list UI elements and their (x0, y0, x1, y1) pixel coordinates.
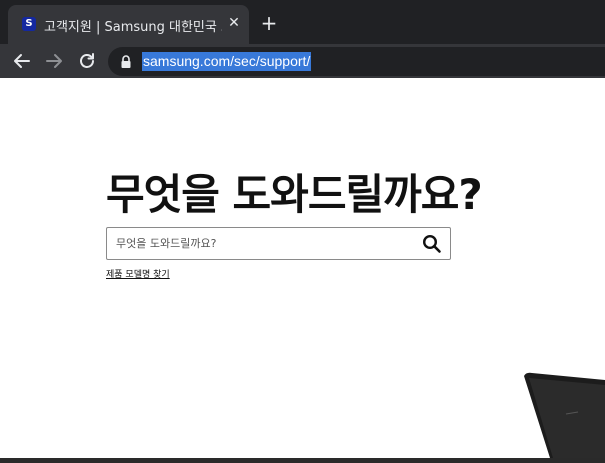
page-heading: 무엇을 도와드릴까요? (106, 170, 483, 219)
tab-title: 고객지원 | Samsung 대한민국 고객지원 (44, 20, 222, 35)
tab-close-icon[interactable]: ✕ (226, 15, 242, 31)
tablet-product-image (524, 372, 605, 458)
reload-icon (80, 53, 94, 68)
new-tab-button[interactable]: + (259, 13, 279, 33)
url-text[interactable]: samsung.com/sec/support/ (142, 52, 312, 71)
forward-button[interactable] (43, 50, 65, 72)
tab-strip: S 고객지원 | Samsung 대한민국 고객지원 ✕ + (0, 0, 605, 44)
back-arrow-icon (14, 54, 30, 68)
search-box[interactable] (106, 227, 451, 260)
browser-toolbar: samsung.com/sec/support/ (0, 44, 605, 78)
address-bar[interactable]: samsung.com/sec/support/ (108, 47, 605, 76)
page-content: 무엇을 도와드릴까요? 제품 모델명 찾기 (0, 78, 605, 458)
find-model-link[interactable]: 제품 모델명 찾기 (106, 267, 170, 280)
lock-icon[interactable] (120, 55, 132, 68)
browser-tab[interactable]: S 고객지원 | Samsung 대한민국 고객지원 ✕ (8, 5, 249, 44)
samsung-favicon-icon: S (22, 17, 36, 31)
forward-arrow-icon (46, 54, 62, 68)
reload-button[interactable] (76, 50, 98, 72)
bottom-edge (0, 458, 605, 463)
search-input[interactable] (116, 235, 416, 252)
search-icon[interactable] (422, 234, 442, 254)
back-button[interactable] (11, 50, 33, 72)
